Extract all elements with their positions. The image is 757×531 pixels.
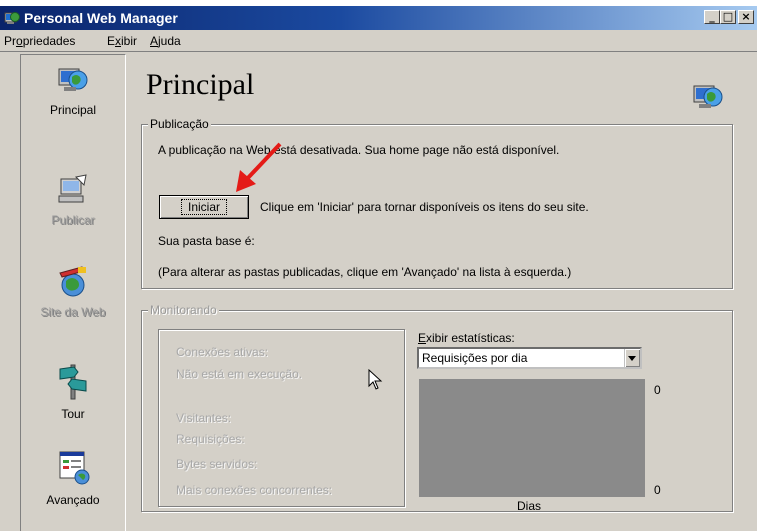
sidebar-item-publicar[interactable]: Publicar	[21, 173, 125, 227]
stats-chart-area	[419, 379, 645, 497]
requests-label: Requisições:	[176, 432, 245, 446]
sidebar-item-site-da-web[interactable]: Site da Web	[21, 265, 125, 319]
mouse-pointer-icon	[368, 369, 383, 390]
chart-bottom-value: 0	[654, 483, 661, 497]
stats-label: Exibir estatísticas:	[418, 331, 515, 345]
minimize-icon: _	[709, 10, 715, 23]
dropdown-arrow-button[interactable]	[624, 349, 640, 367]
tour-signpost-icon	[59, 364, 87, 400]
menu-exibir[interactable]: Exibir	[107, 34, 137, 48]
sidebar-item-label: Site da Web	[40, 305, 106, 319]
personal-web-manager-window: Personal Web Manager _ □ × Propriedades …	[0, 6, 757, 531]
publish-status-text: A publicação na Web está desativada. Sua…	[158, 143, 560, 157]
app-globe-icon	[4, 12, 20, 24]
chevron-down-icon	[628, 356, 636, 361]
menu-bar: Propriedades Exibir Ajuda	[0, 31, 757, 52]
sidebar-item-tour[interactable]: Tour	[21, 361, 125, 421]
page-title: Principal	[146, 68, 255, 101]
advanced-hint-text: (Para alterar as pastas publicadas, cliq…	[158, 265, 572, 279]
sidebar-item-label: Principal	[49, 103, 97, 117]
sidebar-item-label: Avançado	[46, 493, 100, 507]
main-panel: Principal Publicação A publicação na Web…	[128, 54, 757, 531]
chart-x-label: Dias	[517, 499, 542, 513]
close-button[interactable]: ×	[738, 10, 754, 24]
start-button[interactable]: Iniciar	[159, 195, 249, 219]
window-title: Personal Web Manager	[24, 10, 178, 26]
publicacao-legend: Publicação	[148, 117, 211, 131]
stats-select[interactable]: Requisições por dia	[417, 347, 642, 369]
maximize-icon: □	[722, 10, 734, 23]
minimize-button[interactable]: _	[704, 10, 720, 24]
start-button-label: Iniciar	[180, 199, 227, 215]
sidebar: Principal Publicar Site da Web Tour Avan…	[20, 54, 126, 531]
sidebar-item-label: Publicar	[51, 213, 95, 227]
sidebar-item-principal[interactable]: Principal	[21, 63, 125, 117]
start-hint-text: Clique em 'Iniciar' para tornar disponív…	[260, 200, 589, 214]
monitorando-group: Monitorando Conexões ativas: Não está em…	[141, 303, 733, 513]
home-folder-label: Sua pasta base é:	[158, 234, 255, 248]
close-icon: ×	[741, 10, 751, 23]
stats-select-value: Requisições por dia	[422, 351, 528, 365]
web-site-icon	[59, 266, 86, 297]
active-connections-label: Conexões ativas:	[176, 345, 269, 359]
monitorando-legend: Monitorando	[148, 303, 219, 317]
not-running-text: Não está em execução.	[176, 367, 303, 381]
annotation-arrow-icon	[236, 142, 282, 192]
title-bar[interactable]: Personal Web Manager _ □ ×	[0, 6, 757, 30]
bytes-served-label: Bytes servidos:	[176, 457, 258, 471]
globe-monitor-icon	[693, 85, 723, 108]
publish-computer-icon	[58, 174, 87, 203]
globe-monitor-icon	[58, 68, 88, 91]
visitors-label: Visitantes:	[176, 411, 232, 425]
sidebar-item-avancado[interactable]: Avançado	[21, 449, 125, 507]
chart-top-value: 0	[654, 383, 661, 397]
menu-ajuda[interactable]: Ajuda	[150, 34, 181, 48]
menu-propriedades[interactable]: Propriedades	[4, 34, 75, 48]
sidebar-item-label: Tour	[61, 407, 85, 421]
maximize-button[interactable]: □	[720, 10, 736, 24]
advanced-window-icon	[59, 451, 90, 485]
max-connections-label: Mais conexões concorrentes:	[176, 483, 333, 497]
